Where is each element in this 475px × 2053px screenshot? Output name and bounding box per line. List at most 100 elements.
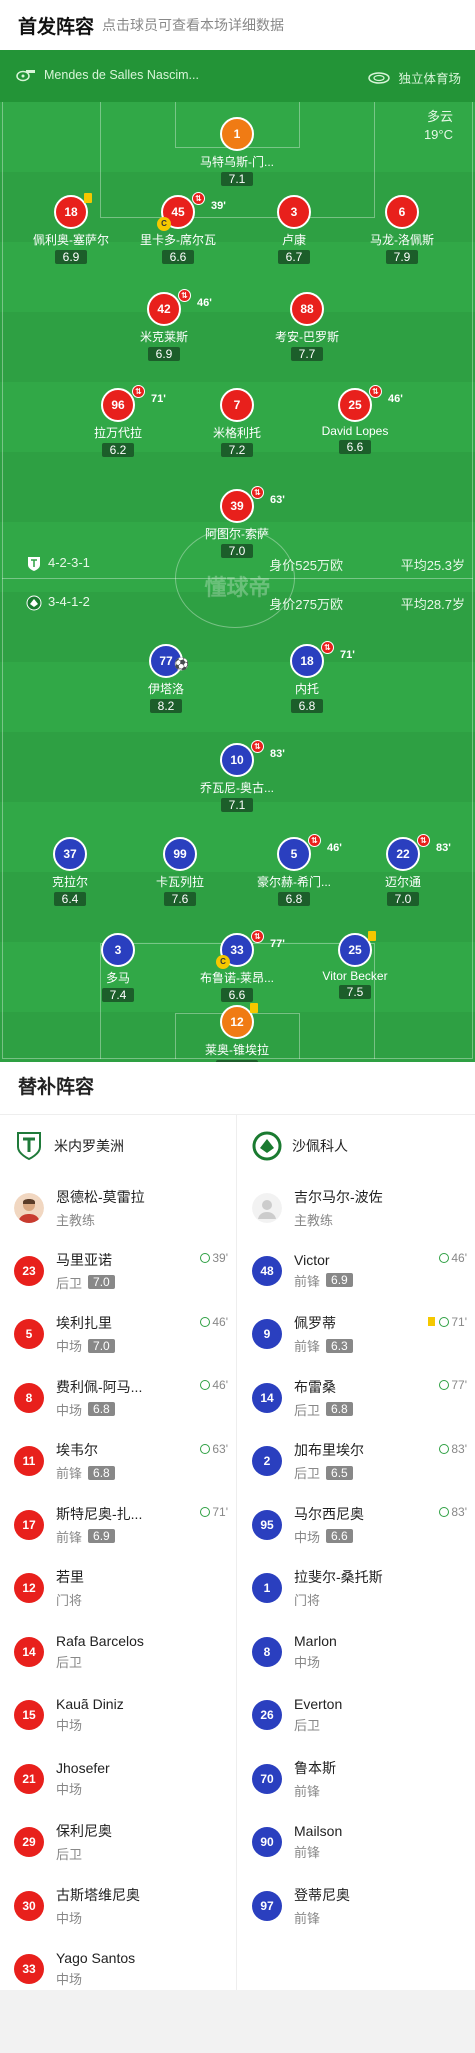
substitute-row[interactable]: 8 Marlon 中场 (238, 1620, 475, 1684)
yellow-card-icon (84, 193, 92, 203)
away-player[interactable]: 3 多马 7.4 (58, 933, 178, 1004)
substitute-row[interactable]: 11 埃韦尔 前锋 6.8 63' (0, 1430, 236, 1494)
player-rating: 6.9 (55, 250, 87, 264)
substitution-minute: 46' (327, 842, 342, 854)
substitute-row[interactable]: 95 马尔西尼奥 中场 6.6 83' (238, 1493, 475, 1557)
player-name: 拉万代拉 (93, 426, 142, 440)
substitute-info: 马尔西尼奥 中场 6.6 (294, 1504, 364, 1546)
sub-in-time: 71' (200, 1505, 228, 1519)
player-name: 克拉尔 (51, 875, 88, 889)
substitute-name: Marlon (294, 1632, 337, 1649)
substitute-rating: 6.9 (88, 1529, 115, 1544)
player-number-circle: 25 ⇅ 46' (338, 385, 403, 422)
sub-in-time: 39' (200, 1251, 228, 1265)
player-name: David Lopes (321, 424, 389, 438)
home-player[interactable]: 6 马龙-洛佩斯 7.9 (342, 195, 462, 266)
stadium-name: 独立体育场 (398, 72, 461, 86)
substitute-row[interactable]: 70 鲁本斯 前锋 (238, 1747, 475, 1811)
away-player[interactable]: 25 Vitor Becker 7.5 (295, 931, 415, 1001)
away-player[interactable]: 10 ⇅ 83' 乔瓦尼-奥古... 7.1 (177, 740, 297, 814)
player-number-circle: 5 ⇅ 46' (277, 834, 342, 871)
away-player[interactable]: 37 克拉尔 6.4 (10, 837, 130, 908)
sub-in-time: 46' (200, 1378, 228, 1392)
substitute-position: 前锋 6.3 (294, 1336, 353, 1355)
substitute-row[interactable]: 14 布雷桑 后卫 6.8 77' (238, 1366, 475, 1430)
referee-name: Mendes de Salles Nascim... (44, 68, 199, 82)
away-player[interactable]: 77 ⚽ 伊塔洛 8.2 (106, 644, 226, 715)
substitute-row[interactable]: 1 拉斐尔-桑托斯 门将 (238, 1557, 475, 1621)
away-player[interactable]: 22 ⇅ 83' 迈尔通 7.0 (343, 834, 463, 908)
substitution-minute: 46' (388, 393, 403, 405)
home-player[interactable]: 25 ⇅ 46' David Lopes 6.6 (295, 385, 415, 456)
away-player[interactable]: 12莱奥-锥埃拉★ 9.0 (177, 1003, 297, 1062)
substitute-row[interactable]: 97 登蒂尼奥 前锋 (238, 1874, 475, 1938)
player-name: 卡瓦列拉 (155, 875, 204, 889)
away-player[interactable]: 18 ⇅ 71' 内托 6.8 (247, 641, 367, 715)
substitute-row[interactable]: 23 马里亚诺 后卫 7.0 39' (0, 1239, 236, 1303)
substitute-info: 斯特尼奥-扎... 前锋 6.9 (56, 1504, 142, 1546)
home-player[interactable]: 3 卢康 6.7 (234, 195, 354, 266)
home-player[interactable]: 88 考安-巴罗斯 7.7 (247, 292, 367, 363)
player-name: 马特乌斯-门... (200, 155, 274, 169)
substitution-minute: 63' (270, 494, 285, 506)
substitute-number: 5 (14, 1319, 44, 1350)
substitute-row[interactable]: 9 佩罗蒂 前锋 6.3 71' (238, 1303, 475, 1367)
home-team-row[interactable]: 米内罗美洲 (0, 1115, 236, 1177)
away-player[interactable]: 5 ⇅ 46' 豪尔赫-希门... 6.8 (234, 834, 354, 908)
substitute-row[interactable]: 48 Victor 前锋 6.9 46' (238, 1239, 475, 1303)
substitute-row[interactable]: 21 Jhosefer 中场 (0, 1747, 236, 1811)
substitute-number: 48 (252, 1255, 282, 1286)
substitute-row[interactable]: 8 费利佩-阿马... 中场 6.8 46' (0, 1366, 236, 1430)
substitute-name: Yago Santos (56, 1950, 136, 1967)
substitution-icon: ⇅ (251, 740, 264, 753)
substitute-info: Everton 后卫 (294, 1696, 342, 1734)
substitute-position: 后卫 6.5 (294, 1463, 364, 1482)
player-name: 考安-巴罗斯 (275, 330, 339, 344)
home-player[interactable]: 18 佩利奥-塞萨尔 6.9 (11, 193, 131, 266)
player-number-circle: 25 (338, 931, 376, 967)
away-team-row[interactable]: 沙佩科人 (238, 1115, 475, 1177)
home-player[interactable]: 42 ⇅ 46' 米克莱斯 6.9 (104, 289, 224, 363)
home-player[interactable]: 39 ⇅ 63' 阿图尔-索萨 7.0 (177, 486, 297, 560)
substitute-row[interactable]: 14 Rafa Barcelos 后卫 (0, 1620, 236, 1684)
player-name: 阿图尔-索萨 (205, 527, 269, 541)
substitute-row[interactable]: 30 古斯塔维尼奥 中场 (0, 1874, 236, 1938)
substitute-row[interactable]: 29 保利尼奥 后卫 (0, 1811, 236, 1875)
home-team-logo-icon (17, 1132, 41, 1161)
home-coach-row[interactable]: 恩德松-莫雷拉 主教练 (0, 1177, 236, 1239)
player-name: 马龙-洛佩斯 (370, 233, 434, 247)
away-player[interactable]: 99 卡瓦列拉 7.6 (120, 837, 240, 908)
sub-in-minute: 83' (451, 1441, 467, 1456)
substitute-row[interactable]: 90 Mailson 前锋 (238, 1811, 475, 1875)
substitute-row[interactable]: 5 埃利扎里 中场 7.0 46' (0, 1303, 236, 1367)
sub-in-time: 83' (439, 1442, 467, 1456)
substitute-name: 加布里埃尔 (294, 1442, 364, 1459)
away-coach-row[interactable]: 吉尔马尔-波佐 主教练 (238, 1177, 475, 1239)
substitute-row[interactable]: 15 Kauã Diniz 中场 (0, 1684, 236, 1748)
substitute-number: 8 (14, 1382, 44, 1413)
home-coach-name: 恩德松-莫雷拉 (56, 1189, 145, 1205)
sub-in-minute: 71' (451, 1314, 467, 1329)
player-rating: 6.6 (221, 988, 253, 1002)
sub-in-minute: 77' (451, 1378, 467, 1392)
substitute-rating: 6.8 (88, 1465, 115, 1480)
substitute-row[interactable]: 17 斯特尼奥-扎... 前锋 6.9 71' (0, 1493, 236, 1557)
substitute-row[interactable]: 26 Everton 后卫 (238, 1684, 475, 1748)
sub-in-time: 77' (439, 1378, 467, 1392)
position-label: 门将 (294, 1593, 321, 1609)
home-player[interactable]: 96 ⇅ 71' 拉万代拉 6.2 (58, 385, 178, 459)
away-average-age: 平均28.7岁 (400, 597, 465, 612)
home-player[interactable]: 1 马特乌斯-门... 7.1 (177, 117, 297, 188)
player-rating: 6.7 (278, 250, 310, 264)
substitute-row[interactable]: 2 加布里埃尔 后卫 6.5 83' (238, 1430, 475, 1494)
substitute-info: 埃利扎里 中场 7.0 (56, 1313, 115, 1355)
position-label: 前锋 (294, 1910, 321, 1926)
pitch: Mendes de Salles Nascim... 独立体育场 多云 19°C… (0, 50, 475, 1062)
home-player[interactable]: 45 ⇅ 39' C 里卡多-席尔瓦 6.6 (118, 192, 238, 266)
away-player[interactable]: 33 ⇅ 77' C 布鲁诺-莱昂... 6.6 (177, 930, 297, 1004)
home-player[interactable]: 7 米格利托 7.2 (177, 388, 297, 459)
away-subs-column: 沙佩科人 吉尔马尔-波佐 主教练 48 Victor 前锋 6.9 46' 9 佩罗蒂 前锋 6… (238, 1115, 475, 1938)
player-number-circle: 10 ⇅ 83' (220, 740, 285, 777)
substitute-row[interactable]: 12 若里 门将 (0, 1557, 236, 1621)
sub-in-minute: 46' (212, 1378, 228, 1392)
